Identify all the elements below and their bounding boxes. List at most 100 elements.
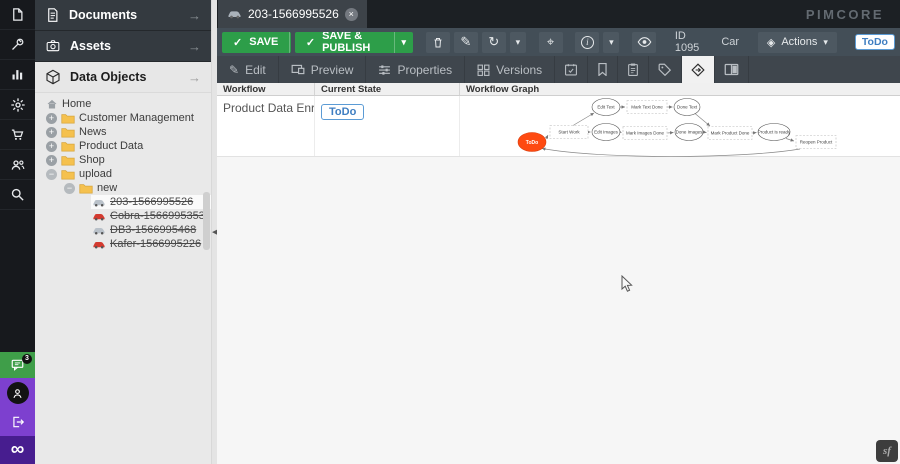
graph-node-mark-images-done[interactable]: Mark Images Done — [626, 131, 665, 136]
column-header-workflow-graph[interactable]: Workflow Graph — [460, 83, 900, 95]
graph-node-mark-text-done[interactable]: Mark Text Done — [631, 105, 663, 110]
save-button[interactable]: ✓ SAVE ▾ — [222, 32, 291, 53]
reports-rail-button[interactable] — [0, 60, 35, 90]
tree-item-home[interactable]: Home — [35, 97, 211, 111]
tree-item-cobra[interactable]: Cobra-1566995353 — [35, 209, 211, 223]
workflow-name-cell: Product Data Enrichm... — [217, 96, 315, 156]
workflow-actions-button[interactable]: ◈ Actions ▾ — [758, 32, 837, 53]
reload-dropdown-button[interactable]: ▾ — [510, 32, 526, 53]
tree-item-customer-management[interactable]: + Customer Management — [35, 111, 211, 125]
tab-203-1566995526[interactable]: 203-1566995526 × — [218, 0, 367, 28]
graph-node-edit-text[interactable]: Edit Text — [597, 105, 615, 110]
graph-node-edit-images[interactable]: Edit Images — [594, 130, 619, 135]
graph-node-done-text[interactable]: Done Text — [677, 105, 698, 110]
avatar — [7, 382, 29, 404]
folder-icon — [61, 113, 75, 124]
pimcore-infinity-logo[interactable]: ∞ — [0, 436, 35, 464]
rename-button[interactable]: ✎ — [454, 32, 478, 53]
user-profile-button[interactable] — [0, 378, 35, 408]
folder-open-icon — [61, 169, 75, 180]
graph-node-todo[interactable]: ToDo — [526, 140, 538, 146]
graph-node-product-ready[interactable]: Product is ready — [758, 130, 791, 135]
object-type-label: Car — [715, 36, 745, 48]
accordion-data-objects[interactable]: Data Objects → — [35, 62, 211, 93]
save-publish-dropdown-button[interactable]: ▾ — [394, 32, 414, 53]
graph-node-reopen-product[interactable]: Reopen Product — [800, 140, 833, 145]
tab-edit[interactable]: ✎ Edit — [217, 56, 279, 83]
symfony-toolbar-button[interactable]: sf — [876, 440, 898, 462]
documents-rail-button[interactable] — [0, 0, 35, 30]
expand-icon[interactable]: + — [46, 113, 57, 124]
column-header-current-state[interactable]: Current State — [315, 83, 460, 95]
check-icon: ✓ — [233, 36, 242, 49]
camera-icon — [45, 39, 61, 53]
expand-icon[interactable]: + — [46, 141, 57, 152]
versions-grid-icon — [477, 64, 490, 76]
sliders-icon — [378, 64, 391, 75]
tab-notes-events[interactable] — [618, 56, 649, 83]
tab-workflow[interactable] — [682, 56, 715, 83]
delete-button[interactable] — [426, 32, 450, 53]
tree-item-product-data[interactable]: + Product Data — [35, 139, 211, 153]
expand-icon[interactable]: + — [46, 155, 57, 166]
notifications-button[interactable]: 3 — [0, 352, 35, 378]
save-publish-button[interactable]: ✓ SAVE & PUBLISH ▾ — [295, 32, 413, 53]
tree-item-db3[interactable]: DB3-1566995468 — [35, 223, 211, 237]
tab-preview[interactable]: Preview — [279, 56, 367, 83]
settings-rail-button[interactable] — [0, 90, 35, 120]
collapse-icon[interactable]: − — [46, 169, 57, 180]
file-icon — [10, 7, 25, 22]
close-tab-icon[interactable]: × — [345, 8, 358, 21]
tree-item-upload[interactable]: − upload — [35, 167, 211, 181]
current-state-cell: ToDo — [315, 96, 460, 156]
graph-node-start-work[interactable]: Start Work — [558, 130, 580, 135]
search-rail-button[interactable] — [0, 180, 35, 210]
accordion-documents[interactable]: Documents → — [35, 0, 211, 31]
open-preview-button[interactable] — [632, 32, 656, 53]
clipboard-icon — [627, 63, 639, 76]
tools-rail-button[interactable] — [0, 30, 35, 60]
reload-button[interactable]: ↻ — [482, 32, 506, 53]
tab-reports[interactable] — [588, 56, 618, 83]
locate-in-tree-button[interactable]: ⌖ — [539, 32, 563, 53]
tab-tags[interactable] — [649, 56, 682, 83]
chevron-down-icon: ▾ — [402, 37, 407, 48]
info-dropdown-button[interactable]: ▾ — [603, 32, 619, 53]
tree-item-shop[interactable]: + Shop — [35, 153, 211, 167]
tree-scrollbar[interactable] — [203, 192, 210, 250]
graph-node-mark-product-done[interactable]: Mark Product Done — [711, 131, 750, 136]
tab-properties[interactable]: Properties — [366, 56, 465, 83]
customers-rail-button[interactable] — [0, 150, 35, 180]
pimcore-logo: PIMCORE — [806, 7, 884, 22]
home-icon — [46, 99, 58, 110]
folder-icon — [61, 155, 75, 166]
tab-scheduler[interactable] — [555, 56, 588, 83]
accordion-documents-label: Documents — [69, 8, 137, 22]
symfony-icon: sf — [883, 445, 891, 457]
collapse-icon[interactable]: − — [64, 183, 75, 194]
folder-open-icon — [79, 183, 93, 194]
trash-icon — [432, 36, 444, 49]
chevron-down-icon: ▾ — [823, 37, 828, 48]
tree-label: Kafer-1566995226 — [110, 238, 201, 250]
save-dropdown-button[interactable]: ▾ — [289, 32, 290, 53]
accordion-assets[interactable]: Assets → — [35, 31, 211, 62]
expand-icon[interactable]: + — [46, 127, 57, 138]
tree-item-203[interactable]: 203-1566995526 — [35, 195, 211, 209]
column-header-workflow[interactable]: Workflow — [217, 83, 315, 95]
actions-label: Actions — [781, 36, 817, 48]
mouse-cursor — [621, 275, 633, 293]
tree-item-kafer[interactable]: Kafer-1566995226 — [35, 237, 211, 251]
logout-button[interactable] — [0, 408, 35, 436]
data-objects-tree: Home + Customer Management + News — [35, 93, 211, 464]
tab-versions[interactable]: Versions — [465, 56, 555, 83]
bookmark-icon — [597, 63, 608, 76]
ecommerce-rail-button[interactable] — [0, 120, 35, 150]
tab-dependencies[interactable] — [715, 56, 749, 83]
workflow-grid-row[interactable]: Product Data Enrichm... ToDo — [217, 96, 900, 157]
tree-item-news[interactable]: + News — [35, 125, 211, 139]
graph-node-done-images[interactable]: Done Images — [676, 130, 704, 135]
info-button[interactable]: i — [575, 32, 599, 53]
tree-item-new[interactable]: − new — [35, 181, 211, 195]
tree-label: Home — [62, 98, 91, 110]
